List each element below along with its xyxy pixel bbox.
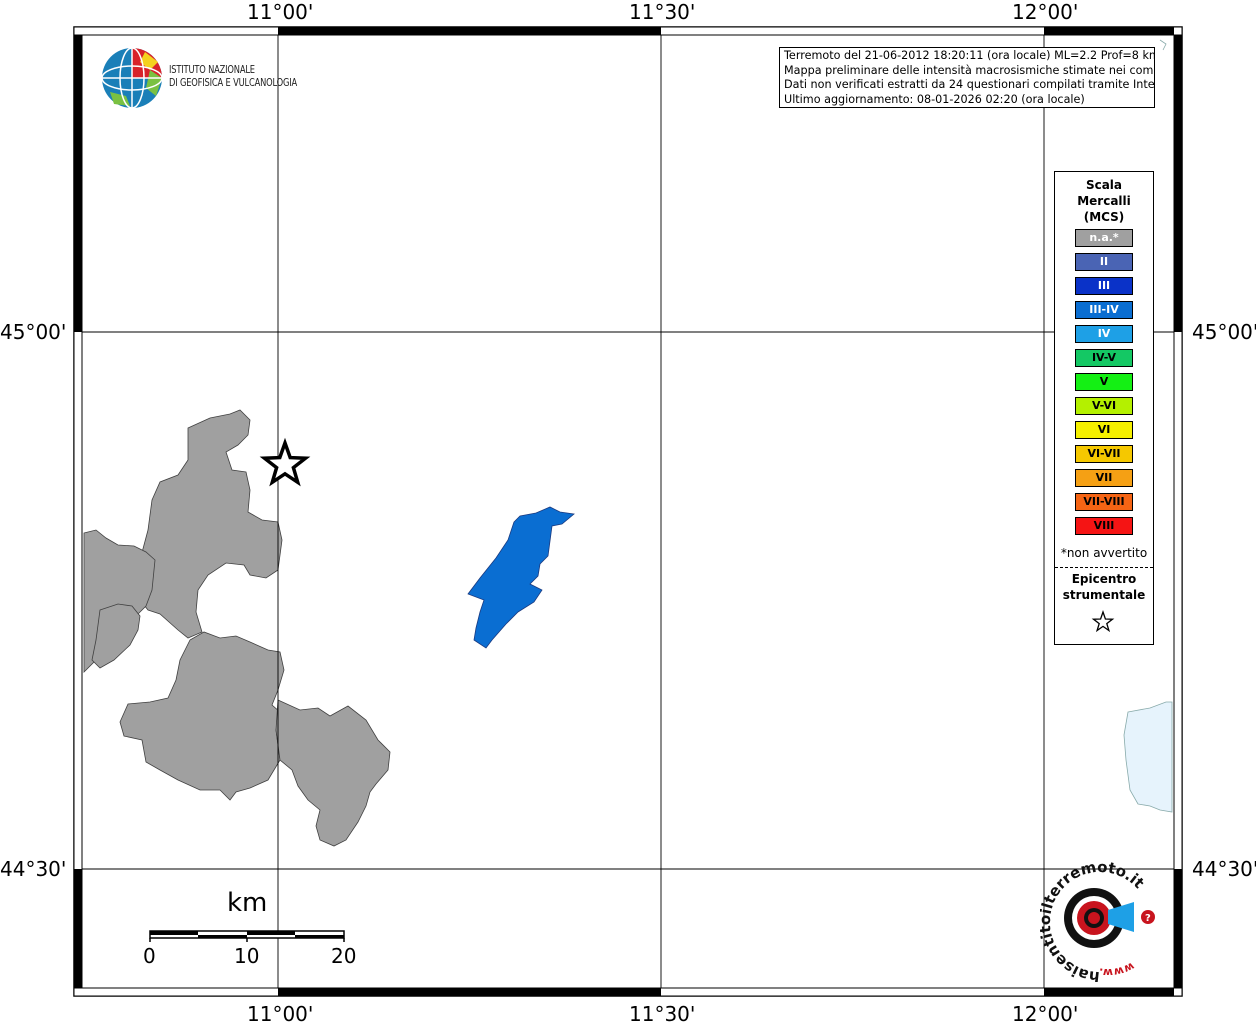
legend-title-line: Mercalli (1077, 194, 1131, 208)
lon-label-bottom: 12°00' (1012, 1002, 1079, 1026)
scale-label: 20 (331, 944, 357, 968)
lon-label-top: 11°00' (247, 0, 314, 24)
haisentito-logo-text: haisentitoilterremoto.it www. (1040, 862, 1148, 982)
legend-swatch: V-VI (1075, 397, 1133, 415)
legend-swatch: II (1075, 253, 1133, 271)
legend-title: Scala Mercalli (MCS) (1055, 177, 1153, 225)
legend-swatch: IV-V (1075, 349, 1133, 367)
lat-label-left: 45°00' (0, 320, 67, 344)
legend-swatch: VII-VIII (1075, 493, 1133, 511)
legend-star-icon (1091, 610, 1115, 633)
legend-swatch: VI (1075, 421, 1133, 439)
lat-label-right: 44°30' (1192, 857, 1256, 881)
legend-swatch: VI-VII (1075, 445, 1133, 463)
intensity-legend: Scala Mercalli (MCS) n.a.* II III III-IV IV I… (1054, 171, 1154, 645)
lon-label-bottom: 11°30' (629, 1002, 696, 1026)
event-info-line: Dati non verificati estratti da 24 quest… (784, 78, 1155, 91)
scale-title: km (227, 888, 268, 918)
lat-label-left: 44°30' (0, 857, 67, 881)
ingv-name: ISTITUTO NAZIONALE DI GEOFISICA E VULCAN… (169, 64, 297, 90)
ingv-name-line: ISTITUTO NAZIONALE (169, 64, 255, 76)
scale-label: 0 (143, 944, 156, 968)
legend-epicentre-line: strumentale (1062, 588, 1146, 602)
event-info-box: Terremoto del 21-06-2012 18:20:11 (ora l… (779, 47, 1155, 108)
event-info-line: Ultimo aggiornamento: 08-01-2026 02:20 (… (784, 92, 1085, 106)
lat-label-right: 45°00' (1192, 320, 1256, 344)
legend-swatch: III (1075, 277, 1133, 295)
legend-title-line: (MCS) (1083, 210, 1125, 224)
ingv-name-line: DI GEOFISICA E VULCANOLOGIA (169, 77, 298, 89)
scale-label: 10 (234, 944, 260, 968)
legend-swatch: V (1075, 373, 1133, 391)
legend-title-line: Scala (1085, 178, 1123, 192)
legend-swatch: n.a.* (1075, 229, 1133, 247)
legend-swatch: IV (1075, 325, 1133, 343)
haisentito-url-path: www. (1098, 960, 1137, 980)
lon-label-bottom: 11°00' (247, 1002, 314, 1026)
lon-label-top: 12°00' (1012, 0, 1079, 24)
event-info-line: Terremoto del 21-06-2012 18:20:11 (ora l… (784, 49, 1155, 62)
legend-swatch: VIII (1075, 517, 1133, 535)
legend-swatch: VII (1075, 469, 1133, 487)
legend-note: *non avvertito (1060, 546, 1148, 560)
lon-label-top: 11°30' (629, 0, 696, 24)
legend-separator (1055, 567, 1153, 568)
ingv-logo-icon (101, 47, 163, 109)
haisentito-url: www. (1098, 960, 1137, 980)
legend-epicentre-line: Epicentro (1071, 572, 1137, 586)
legend-swatch: III-IV (1075, 301, 1133, 319)
event-info-line: Mappa preliminare delle intensità macros… (784, 63, 1155, 77)
legend-epicentre: Epicentro strumentale (1055, 571, 1153, 603)
